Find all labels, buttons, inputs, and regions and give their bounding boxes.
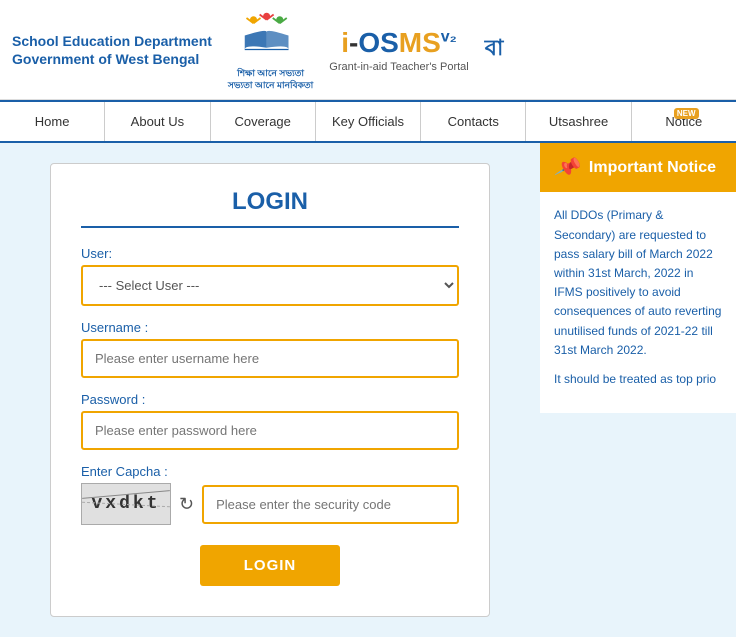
password-input[interactable] xyxy=(81,411,459,450)
pin-icon: 📌 xyxy=(553,153,584,184)
username-group: Username : xyxy=(81,320,459,378)
refresh-icon[interactable]: ↻ xyxy=(179,494,194,515)
user-group: User: --- Select User --- xyxy=(81,246,459,306)
nav-notice[interactable]: NEW Notice xyxy=(632,102,736,141)
login-button[interactable]: LOGIN xyxy=(200,545,340,586)
login-panel: LOGIN User: --- Select User --- Username… xyxy=(0,143,540,637)
notice-text-1: All DDOs (Primary & Secondary) are reque… xyxy=(554,206,722,360)
password-group: Password : xyxy=(81,392,459,450)
dept-name: School Education Department Government o… xyxy=(12,32,212,68)
password-label: Password : xyxy=(81,392,459,407)
captcha-label: Enter Capcha : xyxy=(81,464,459,479)
portal-brand: i-OSMSv₂ Grant-in-aid Teacher's Portal xyxy=(329,27,468,73)
login-title: LOGIN xyxy=(81,188,459,228)
captcha-row: vxdkt ↻ xyxy=(81,483,459,525)
dept-info: School Education Department Government o… xyxy=(12,32,212,68)
captcha-group: Enter Capcha : vxdkt ↻ xyxy=(81,464,459,525)
portal-subtitle: Grant-in-aid Teacher's Portal xyxy=(329,61,468,73)
new-badge: NEW xyxy=(674,108,699,119)
notice-header: 📌 Important Notice xyxy=(540,143,736,192)
captcha-image: vxdkt xyxy=(81,483,171,525)
notice-text-2: It should be treated as top prio xyxy=(554,370,722,389)
language-label[interactable]: বা xyxy=(485,31,504,68)
portal-title: i-OSMSv₂ xyxy=(329,27,468,59)
main-nav: Home About Us Coverage Key Officials Con… xyxy=(0,100,736,143)
user-label: User: xyxy=(81,246,459,261)
notice-panel: 📌 Important Notice All DDOs (Primary & S… xyxy=(540,143,736,637)
notice-body: All DDOs (Primary & Secondary) are reque… xyxy=(540,192,736,413)
captcha-input[interactable] xyxy=(202,485,459,524)
nav-key-officials[interactable]: Key Officials xyxy=(316,102,421,141)
logo-icon xyxy=(236,8,306,63)
nav-about-us[interactable]: About Us xyxy=(105,102,210,141)
username-input[interactable] xyxy=(81,339,459,378)
username-label: Username : xyxy=(81,320,459,335)
site-header: School Education Department Government o… xyxy=(0,0,736,100)
nav-coverage[interactable]: Coverage xyxy=(211,102,316,141)
logo-area: শিক্ষা আনে সভ্যতা সভ্যতা আনে মানবিকতা xyxy=(228,8,313,91)
user-select[interactable]: --- Select User --- xyxy=(81,265,459,306)
nav-contacts[interactable]: Contacts xyxy=(421,102,526,141)
nav-home[interactable]: Home xyxy=(0,102,105,141)
logo-text: শিক্ষা আনে সভ্যতা সভ্যতা আনে মানবিকতা xyxy=(228,68,313,91)
nav-utsashree[interactable]: Utsashree xyxy=(526,102,631,141)
login-box: LOGIN User: --- Select User --- Username… xyxy=(50,163,490,617)
main-content: LOGIN User: --- Select User --- Username… xyxy=(0,143,736,637)
